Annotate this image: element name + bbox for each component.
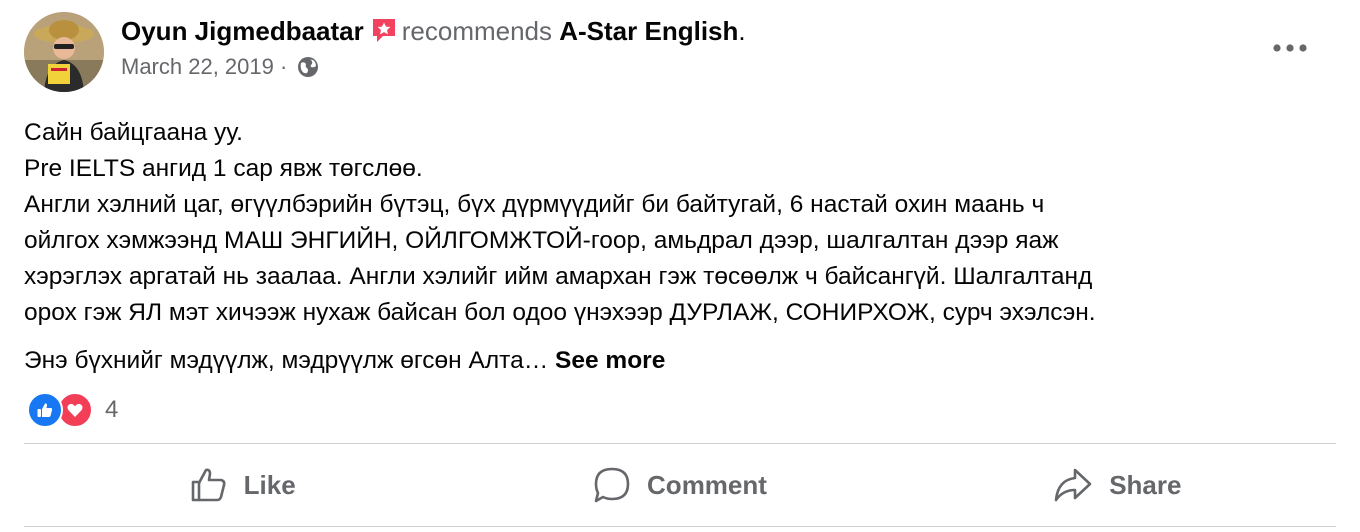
action-bar: Like Comment Share [24,446,1336,524]
avatar[interactable] [24,12,104,92]
post-text-line: хэрэглэх аргатай нь заалаа. Англи хэлийг… [24,263,1093,290]
post-text-paragraph: Энэ бүхнийг мэдүүлж, мэдрүүлж өгсөн Алта… [24,343,1334,379]
comment-label: Comment [647,469,767,500]
page-name-link[interactable]: A-Star English [559,16,738,46]
post-meta: March 22, 2019 · [121,52,319,86]
divider [24,443,1336,444]
post-text-line: ойлгох хэмжээнд МАШ ЭНГИЙН, ОЙЛГОМЖТОЙ-г… [24,227,1059,254]
comment-icon [594,467,630,503]
avatar-photo [24,12,104,92]
like-label: Like [243,469,296,500]
post-text-line: Pre IELTS ангид 1 сар явж төгслөө. [24,155,423,182]
share-icon [1054,468,1092,502]
header-period: . [738,16,746,46]
recommends-label: recommends [401,16,553,46]
post-text-line: Англи хэлний цаг, өгүүлбэрийн бүтэц, бүх… [24,191,1045,218]
comment-button[interactable]: Comment [461,446,898,524]
post-text-line: Сайн байцгаана уу. [24,119,243,146]
like-button[interactable]: Like [24,446,461,524]
like-icon [191,468,226,502]
post-body: Сайн байцгаана уу. Pre IELTS ангид 1 сар… [24,115,1334,379]
post-text-truncated: Энэ бүхнийг мэдүүлж, мэдрүүлж өгсөн Алта… [24,347,549,374]
globe-icon[interactable] [297,56,319,86]
author-name[interactable]: Oyun Jigmedbaatar [121,16,364,46]
post-text-line: орох гэж ЯЛ мэт хичээж нухаж байсан бол … [24,299,1096,326]
meta-separator: · [280,54,288,79]
more-options-icon [1273,44,1307,52]
share-button[interactable]: Share [899,446,1336,524]
recommendation-post: Oyun Jigmedbaatar recommends A-Star Engli… [0,0,1360,532]
post-date[interactable]: March 22, 2019 [121,54,274,79]
reaction-count: 4 [105,396,119,423]
share-label: Share [1109,469,1182,500]
recommendation-icon [370,16,398,52]
see-more-link[interactable]: See more [555,347,665,374]
like-reaction-icon [27,392,63,428]
divider [24,526,1336,527]
more-options-button[interactable] [1270,30,1310,66]
reactions-summary[interactable]: 4 [27,392,118,428]
post-header: Oyun Jigmedbaatar recommends A-Star Engli… [121,14,746,52]
